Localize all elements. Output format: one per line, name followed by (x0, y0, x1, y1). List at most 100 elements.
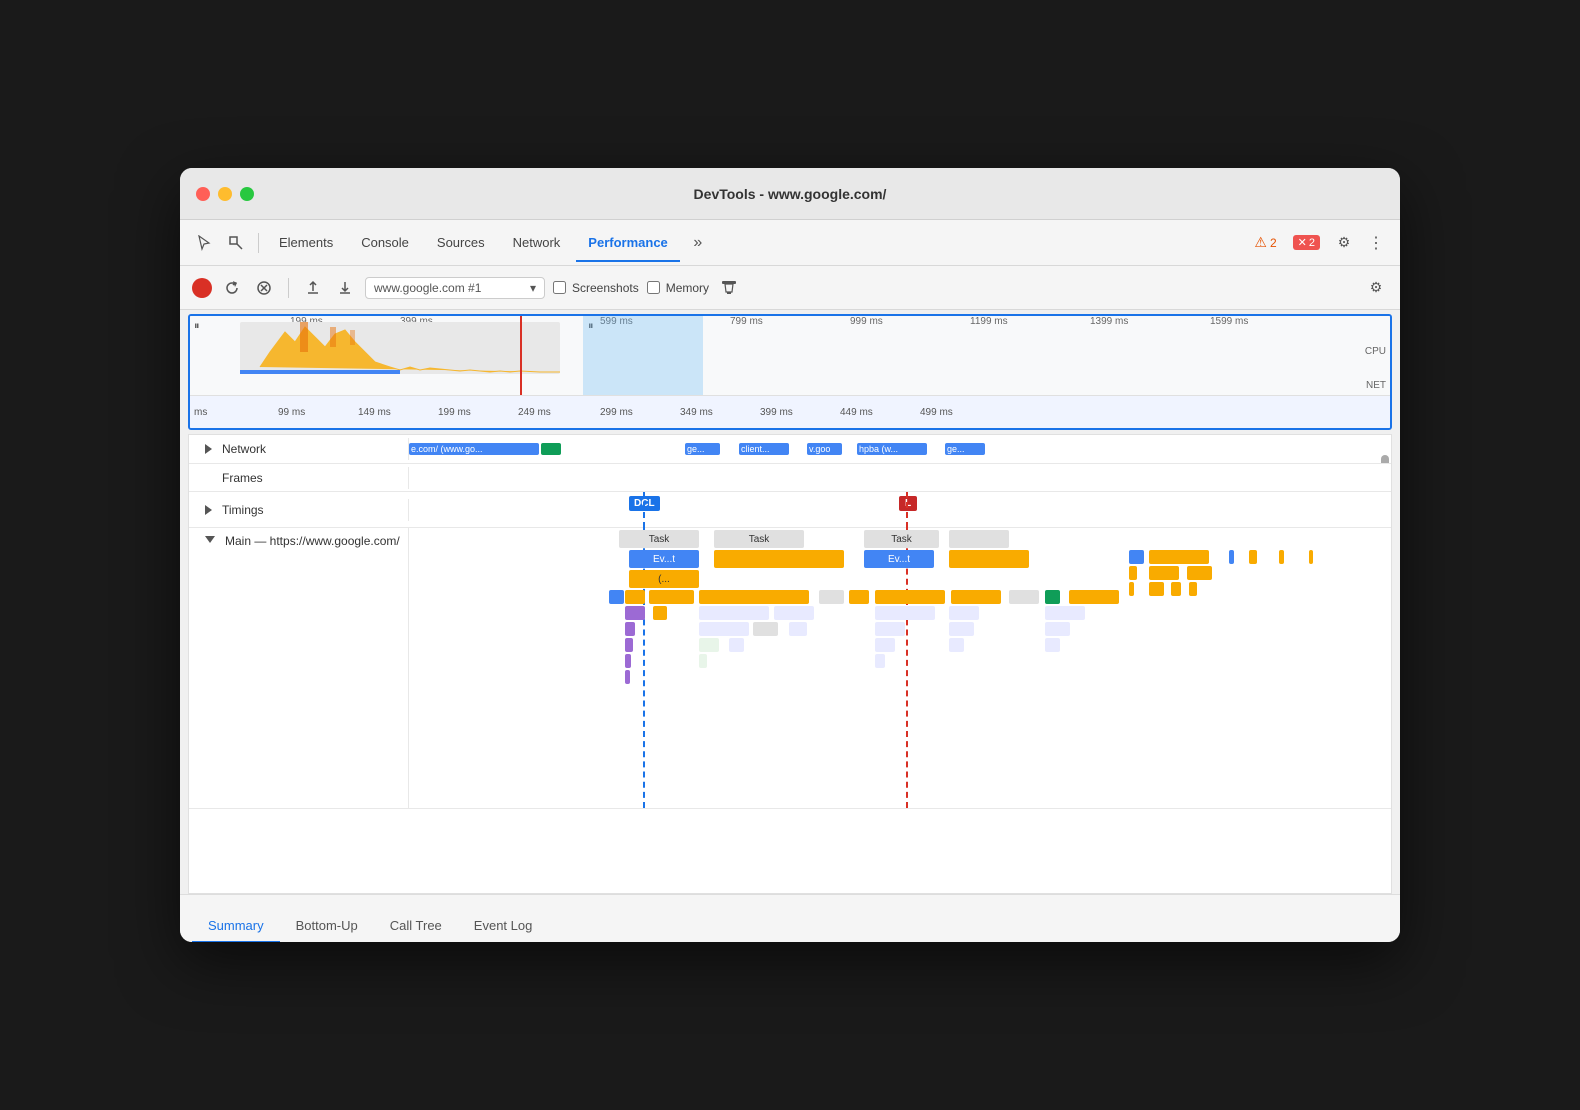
memory-brush-icon[interactable] (717, 276, 741, 300)
fb-33 (875, 654, 885, 668)
close-button[interactable] (196, 187, 210, 201)
tab-sources[interactable]: Sources (425, 231, 497, 254)
fb-12 (653, 606, 667, 620)
pause-icon-left: ⏸ (194, 320, 200, 333)
fb-39 (1279, 550, 1284, 564)
fb-32 (699, 654, 707, 668)
fb-6 (875, 590, 945, 604)
screenshots-checkbox[interactable] (553, 281, 566, 294)
fb-9 (1045, 590, 1060, 604)
tab-bottom-up[interactable]: Bottom-Up (280, 910, 374, 942)
download-icon[interactable] (333, 276, 357, 300)
fb-36 (1149, 550, 1209, 564)
settings-icon[interactable] (1330, 229, 1358, 257)
memory-label: Memory (666, 281, 709, 295)
perf-settings-icon[interactable] (1364, 276, 1388, 300)
fb-30 (1045, 638, 1060, 652)
fb-0 (609, 590, 624, 604)
tab-summary[interactable]: Summary (192, 910, 280, 942)
tab-network[interactable]: Network (501, 231, 573, 254)
fb-28 (875, 638, 895, 652)
cursor-icon[interactable] (190, 229, 218, 257)
screenshots-label: Screenshots (572, 281, 639, 295)
task-1: Task (714, 530, 804, 548)
scrollbar-thumb[interactable] (1381, 455, 1389, 463)
tmark-1399: 1399 ms (1090, 316, 1128, 327)
clear-icon[interactable] (252, 276, 276, 300)
network-row: Network e.com/ (www.go... ge... client..… (189, 435, 1391, 464)
title-bar: DevTools - www.google.com/ (180, 168, 1400, 220)
fb-41 (1129, 566, 1137, 580)
timeline-bottom-markers: ms 99 ms 149 ms 199 ms 249 ms 299 ms 349… (190, 396, 1390, 428)
network-label: Network (222, 442, 266, 456)
tab-performance[interactable]: Performance (576, 231, 679, 254)
memory-group: Memory (647, 281, 709, 295)
net-bar-1 (541, 443, 561, 455)
expand-timings-icon[interactable] (205, 505, 212, 515)
fb-23 (949, 622, 974, 636)
evt-0: Ev...t (629, 550, 699, 568)
fb-14 (774, 606, 814, 620)
tmark-799: 799 ms (730, 316, 763, 327)
bmark-0: ms (194, 407, 207, 418)
record-button[interactable] (192, 278, 212, 298)
window-title: DevTools - www.google.com/ (694, 186, 887, 202)
fb-24 (1045, 622, 1070, 636)
fb-43 (1187, 566, 1212, 580)
tab-call-tree[interactable]: Call Tree (374, 910, 458, 942)
fb-34 (625, 670, 630, 684)
maximize-button[interactable] (240, 187, 254, 201)
fb-17 (1045, 606, 1085, 620)
fb-7 (951, 590, 1001, 604)
bmark-299: 299 ms (600, 407, 633, 418)
fb-21 (789, 622, 807, 636)
errors-badge[interactable]: ✕ 2 (1287, 233, 1326, 252)
fb-27 (729, 638, 744, 652)
tmark-1199: 1199 ms (970, 316, 1008, 327)
main-thread-label: Main — https://www.google.com/ (189, 528, 409, 808)
refresh-icon[interactable] (220, 276, 244, 300)
error-icon: ✕ 2 (1293, 235, 1320, 250)
fb-25 (625, 638, 633, 652)
bmark-349: 349 ms (680, 407, 713, 418)
bmark-149: 149 ms (358, 407, 391, 418)
net-bar-3: client... (739, 443, 789, 455)
memory-checkbox[interactable] (647, 281, 660, 294)
dropdown-arrow-icon: ▾ (530, 281, 536, 295)
timings-row-label: Timings (189, 499, 409, 521)
fb-4 (819, 590, 844, 604)
warning-count: 2 (1270, 236, 1277, 250)
net-label: NET (1366, 380, 1386, 391)
tab-console[interactable]: Console (349, 231, 421, 254)
network-row-label: Network (189, 438, 409, 460)
upload-icon[interactable] (301, 276, 325, 300)
cpu-net-overview[interactable]: ⏸ ⏸ 199 ms 399 ms 599 ms 799 ms 999 ms 1… (190, 316, 1390, 396)
frames-label: Frames (222, 471, 263, 485)
evt-3 (949, 550, 1029, 568)
tab-elements[interactable]: Elements (267, 231, 345, 254)
more-tabs-icon[interactable]: » (684, 229, 712, 257)
devtools-window: DevTools - www.google.com/ Elements Cons… (180, 168, 1400, 942)
task-2: Task (864, 530, 939, 548)
minimize-button[interactable] (218, 187, 232, 201)
traffic-lights (196, 187, 254, 201)
nav-toolbar: Elements Console Sources Network Perform… (180, 220, 1400, 266)
bmark-99: 99 ms (278, 407, 305, 418)
bmark-249: 249 ms (518, 407, 551, 418)
url-dropdown[interactable]: www.google.com #1 ▾ (365, 277, 545, 299)
fb-46 (1171, 582, 1181, 596)
performance-toolbar: www.google.com #1 ▾ Screenshots Memory (180, 266, 1400, 310)
tab-event-log[interactable]: Event Log (458, 910, 549, 942)
more-options-icon[interactable] (1362, 229, 1390, 257)
timeline-selection[interactable] (583, 316, 703, 395)
timeline-main-content: Network e.com/ (www.go... ge... client..… (188, 434, 1392, 894)
url-value: www.google.com #1 (374, 281, 481, 295)
expand-network-icon[interactable] (205, 444, 212, 454)
fb-15 (875, 606, 935, 620)
tmark-999: 999 ms (850, 316, 883, 327)
bmark-399: 399 ms (760, 407, 793, 418)
l-dash-line (906, 492, 908, 528)
inspect-icon[interactable] (222, 229, 250, 257)
warnings-badge[interactable]: ⚠ 2 (1248, 232, 1282, 253)
collapse-main-icon[interactable] (205, 536, 215, 543)
